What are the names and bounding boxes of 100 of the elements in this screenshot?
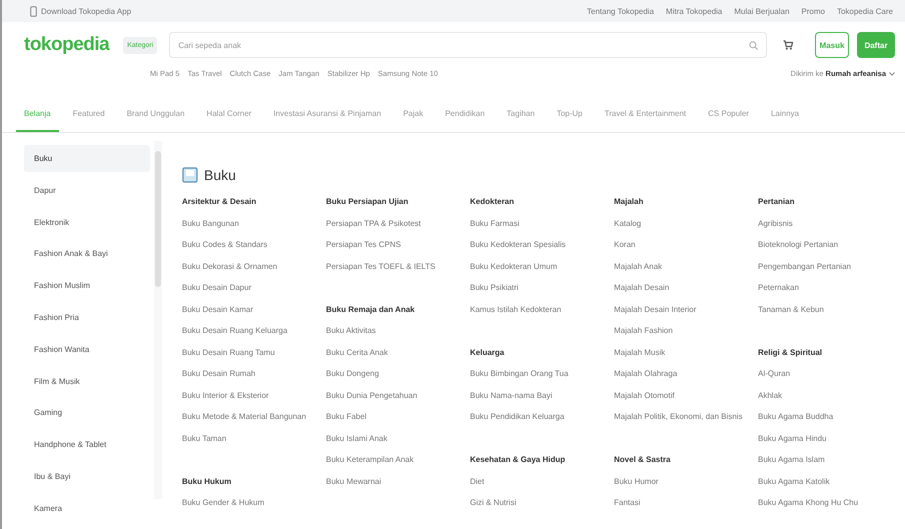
scrollbar[interactable]	[154, 141, 162, 499]
subcategory-link[interactable]: Buku Keterampilan Anak	[326, 449, 470, 470]
subcategory-link[interactable]: Buku Desain Rumah	[182, 363, 326, 384]
category-tab[interactable]: CS Populer	[700, 96, 757, 132]
subcategory-link[interactable]: Diet	[470, 470, 614, 492]
subcategory-link[interactable]: Persiapan Tes TOEFL & IELTS	[326, 256, 470, 277]
subcategory-link[interactable]: Kamus Istilah Kedokteran	[470, 298, 614, 320]
subcategory-link[interactable]: Buku Nama-nama Bayi	[470, 384, 614, 406]
cart-icon[interactable]	[783, 40, 793, 50]
subcategory-link[interactable]: Buku Agama Hindu	[758, 428, 902, 449]
subcategory-link[interactable]: Buku Desain Kamar	[182, 298, 326, 320]
subcategory-link[interactable]: Majalah Olahraga	[614, 363, 758, 384]
subcategory-link[interactable]: Koran	[614, 234, 758, 256]
subcategory-link[interactable]: Buku Cerita Anak	[326, 342, 470, 363]
sidebar-item[interactable]: Fashion Wanita	[24, 336, 150, 363]
subcategory-link[interactable]: Buku Taman	[182, 428, 326, 449]
subcategory-link[interactable]: Fantasi	[614, 492, 758, 514]
subcategory-link[interactable]: Buku Bangunan	[182, 212, 326, 234]
subcategory-link[interactable]: Majalah Fashion	[614, 320, 758, 342]
sidebar-item[interactable]: Fashion Muslim	[24, 272, 150, 300]
subcategory-link[interactable]: Majalah Musik	[614, 342, 758, 363]
sidebar-item[interactable]: Elektronik	[24, 208, 150, 236]
subcategory-link[interactable]: Buku Psikiatri	[470, 277, 614, 298]
category-tab[interactable]: Pajak	[395, 96, 432, 132]
subcategory-link[interactable]: Agribisnis	[758, 212, 902, 234]
sidebar-item[interactable]: Dapur	[24, 176, 150, 204]
subcategory-link[interactable]: Persiapan Tes CPNS	[326, 234, 470, 256]
subcategory-link[interactable]: Buku Gender & Hukum	[182, 492, 326, 514]
category-tab[interactable]: Halal Corner	[198, 96, 260, 132]
logo[interactable]: tokopedia	[24, 33, 110, 57]
subcategory-link[interactable]: Peternakan	[758, 277, 902, 298]
subcategory-link[interactable]: Buku Agama Khong Hu Chu	[758, 492, 902, 514]
subcategory-link[interactable]: Gizi & Nutrisi	[470, 492, 614, 514]
subcategory-link[interactable]: Buku Dongeng	[326, 363, 470, 384]
subcategory-link[interactable]: Buku Agama Katolik	[758, 470, 902, 492]
category-tab[interactable]: Brand Unggulan	[118, 96, 193, 132]
subcategory-link[interactable]: Persiapan TPA & Psikotest	[326, 212, 470, 234]
subcategory-link[interactable]: Buku Interior & Eksterior	[182, 384, 326, 406]
subcategory-heading[interactable]: Religi & Spiritual	[758, 342, 902, 363]
sidebar-item[interactable]: Ibu & Bayi	[24, 462, 150, 490]
sidebar-item[interactable]: Buku	[24, 145, 150, 172]
register-button[interactable]: Daftar	[857, 32, 895, 58]
top-link[interactable]: Tokopedia Care	[836, 6, 893, 16]
sidebar-item[interactable]: Handphone & Tablet	[24, 431, 150, 458]
sidebar-item[interactable]: Fashion Pria	[24, 304, 150, 331]
category-tab[interactable]: Lainnya	[762, 96, 807, 132]
sidebar-item[interactable]: Film & Musik	[24, 368, 150, 395]
subcategory-link[interactable]: Bioteknologi Pertanian	[758, 234, 902, 256]
subcategory-link[interactable]: Buku Kedokteran Umum	[470, 256, 614, 277]
subcategory-heading[interactable]: Pertanian	[758, 191, 902, 212]
subcategory-link[interactable]: Tanaman & Kebun	[758, 298, 902, 320]
subcategory-link[interactable]: Majalah Anak	[614, 256, 758, 277]
subcategory-link[interactable]: Buku Metode & Material Bangunan	[182, 406, 326, 428]
subcategory-link[interactable]: Majalah Desain	[614, 277, 758, 298]
subcategory-link[interactable]: Buku Fabel	[326, 406, 470, 428]
subcategory-heading[interactable]: Majalah	[614, 191, 758, 212]
category-tab[interactable]: Top-Up	[548, 96, 590, 132]
subcategory-link[interactable]: Buku Dunia Pengetahuan	[326, 384, 470, 406]
category-tab[interactable]: Pendidikan	[437, 96, 493, 132]
category-tab[interactable]: Belanja	[16, 96, 59, 132]
subcategory-heading[interactable]: Buku Remaja dan Anak	[326, 298, 470, 320]
subcategory-link[interactable]: Majalah Desain Interior	[614, 298, 758, 320]
subcategory-link[interactable]: Buku Desain Ruang Keluarga	[182, 320, 326, 342]
subcategory-link[interactable]: Al-Quran	[758, 363, 902, 384]
subcategory-link[interactable]: Buku Aktivitas	[326, 320, 470, 342]
sidebar-item[interactable]: Kamera	[24, 494, 150, 521]
subcategory-link[interactable]: Buku Islami Anak	[326, 428, 470, 449]
login-button[interactable]: Masuk	[815, 32, 849, 58]
category-tab[interactable]: Featured	[64, 96, 113, 132]
subcategory-link[interactable]: Buku Desain Dapur	[182, 277, 326, 298]
top-link[interactable]: Mitra Tokopedia	[666, 6, 722, 16]
subcategory-link[interactable]: Buku Pendidikan Keluarga	[470, 406, 614, 428]
subcategory-heading[interactable]: Kedokteran	[470, 191, 614, 212]
top-link[interactable]: Mulai Berjualan	[734, 6, 790, 16]
top-link[interactable]: Tentang Tokopedia	[586, 6, 654, 16]
subcategory-link[interactable]: Buku Farmasi	[470, 212, 614, 234]
sidebar-item[interactable]: Gaming	[24, 399, 150, 426]
subcategory-link[interactable]: Buku Desain Ruang Tamu	[182, 342, 326, 363]
subcategory-link[interactable]: Katalog	[614, 212, 758, 234]
subcategory-heading[interactable]: Kesehatan & Gaya Hidup	[470, 449, 614, 470]
subcategory-link[interactable]: Buku Kedokteran Spesialis	[470, 234, 614, 256]
subcategory-link[interactable]: Pengembangan Pertanian	[758, 256, 902, 277]
subcategory-heading[interactable]: Buku Persiapan Ujian	[326, 191, 470, 212]
top-link[interactable]: Promo	[801, 6, 825, 16]
subcategory-link[interactable]: Majalah Otomotif	[614, 384, 758, 406]
subcategory-link[interactable]: Akhlak	[758, 384, 902, 406]
subcategory-link[interactable]: Majalah Politik, Ekonomi, dan Bisnis	[614, 406, 758, 428]
subcategory-link[interactable]: Buku Dekorasi & Ornamen	[182, 256, 326, 277]
subcategory-link[interactable]: Buku Bimbingan Orang Tua	[470, 363, 614, 384]
category-tab[interactable]: Investasi Asuransi & Pinjaman	[265, 96, 390, 132]
subcategory-link[interactable]: Buku Codes & Standars	[182, 234, 326, 256]
subcategory-link[interactable]: Buku Mewarnai	[326, 470, 470, 492]
subcategory-heading[interactable]: Buku Hukum	[182, 470, 326, 492]
subcategory-heading[interactable]: Keluarga	[470, 342, 614, 363]
subcategory-heading[interactable]: Novel & Sastra	[614, 449, 758, 470]
search-field[interactable]: Cari sepeda anak	[169, 32, 767, 58]
subcategory-link[interactable]: Buku Agama Buddha	[758, 406, 902, 428]
category-tab[interactable]: Travel & Entertainment	[596, 96, 694, 132]
sidebar-item[interactable]: Fashion Anak & Bayi	[24, 240, 150, 268]
subcategory-link[interactable]: Buku Agama Islam	[758, 449, 902, 470]
